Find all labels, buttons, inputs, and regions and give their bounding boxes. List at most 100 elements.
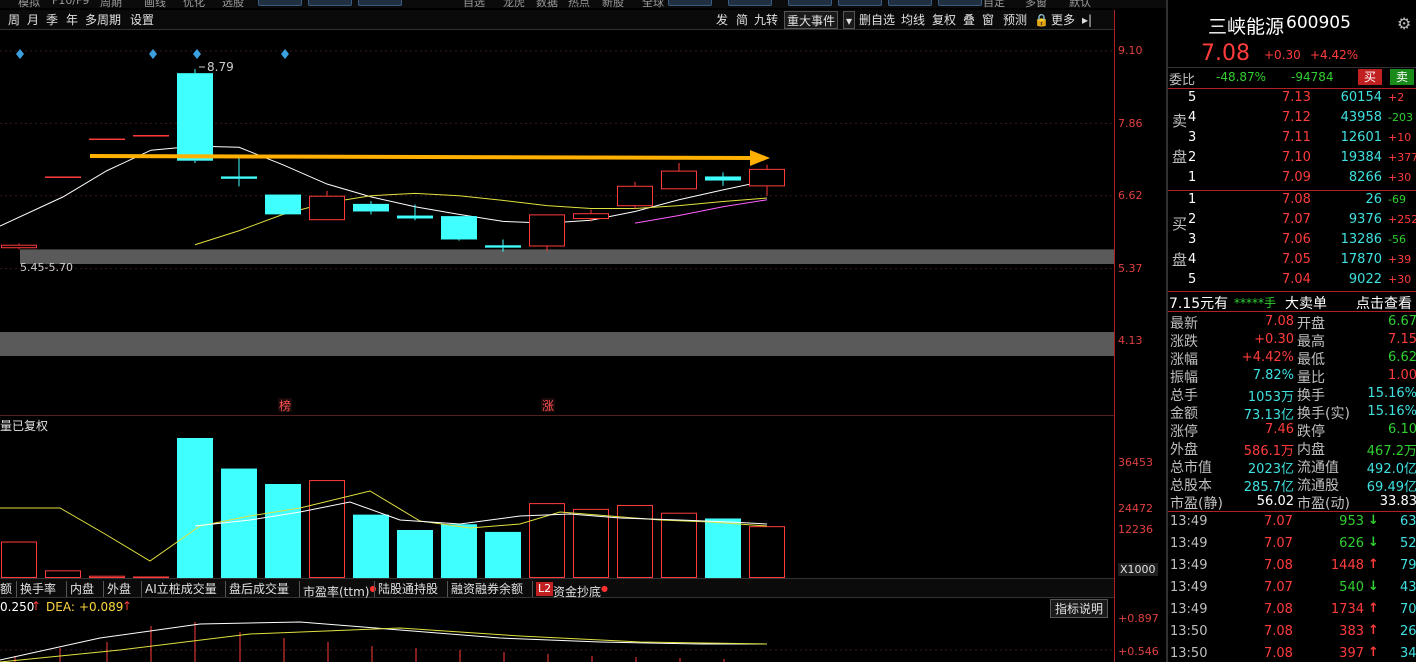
indicator-help-button[interactable]: 指标说明 [1050, 599, 1109, 618]
indicator-tab[interactable]: 陆股通持股 [378, 580, 438, 598]
period-quarter[interactable]: 季 [46, 11, 58, 29]
volume-axis-label: 24472 [1118, 502, 1153, 515]
candle[interactable] [441, 216, 477, 241]
adjust-rights-button[interactable]: 复权 [932, 11, 956, 29]
top-menu-item[interactable]: 周期 [100, 0, 122, 8]
indicator-tab[interactable]: 融资融券余额 [451, 580, 523, 598]
trend-arrow [89, 154, 753, 160]
events-dropdown-icon[interactable]: ▾ [843, 11, 856, 29]
candle[interactable] [573, 209, 609, 222]
lock-icon[interactable]: 🔒 [1034, 11, 1049, 29]
top-menu-button[interactable] [938, 0, 982, 6]
tick-volume: 626 [1339, 536, 1364, 551]
indicator-tab[interactable]: L2 [536, 582, 554, 596]
candle[interactable] [309, 191, 345, 221]
top-menu-item[interactable]: 画线 [144, 0, 166, 8]
multi-period-button[interactable]: 多周期 [85, 11, 121, 29]
macd-pane[interactable]: 0.250 ↑ DEA: +0.089 ↑ 指标说明 [0, 598, 1114, 662]
candle[interactable] [1, 243, 37, 250]
more-button[interactable]: 更多 [1051, 11, 1075, 29]
candle[interactable] [45, 176, 81, 178]
settings-button[interactable]: 设置 [130, 11, 154, 29]
tick-time: 13:49 [1170, 580, 1208, 595]
top-menu-item[interactable]: 优化 [183, 0, 205, 8]
volume-chart[interactable] [0, 416, 1114, 579]
volume-bar [749, 526, 785, 578]
indicator-tab[interactable]: 外盘 [107, 580, 131, 598]
event-diamond-icon[interactable] [16, 49, 24, 59]
candle[interactable] [529, 214, 565, 252]
period-year[interactable]: 年 [66, 11, 78, 29]
top-menu-item[interactable]: 数据 [536, 0, 558, 8]
top-menu-button[interactable] [308, 0, 352, 6]
candle[interactable] [617, 181, 653, 209]
toolbar-jiuzhuan[interactable]: 九转 [754, 11, 778, 29]
top-menu-item[interactable]: 多窗 [1025, 0, 1047, 8]
price-chart-pane[interactable]: 8.795.45-5.70发行价: 2.65, 上市至今涨幅: 167.17%榜… [0, 30, 1114, 428]
period-month[interactable]: 月 [27, 11, 39, 29]
candle[interactable] [133, 135, 169, 137]
order-level: 2 [1188, 150, 1197, 165]
top-menu-item[interactable]: 新股 [602, 0, 624, 8]
top-menu-button[interactable] [668, 0, 712, 6]
top-menu-button[interactable] [258, 0, 302, 6]
top-menu-item[interactable]: 选股 [222, 0, 244, 8]
sell-button[interactable]: 卖 [1390, 69, 1414, 85]
candle[interactable] [749, 164, 785, 196]
major-events-button[interactable]: 重大事件 [784, 11, 839, 29]
tick-count: 34 [1400, 646, 1416, 661]
moving-average-button[interactable]: 均线 [901, 11, 925, 29]
candlestick-chart[interactable]: 8.795.45-5.70发行价: 2.65, 上市至今涨幅: 167.17%榜… [0, 30, 1114, 428]
volume-pane[interactable]: 量已复权 [0, 415, 1114, 579]
gear-icon[interactable]: ⚙ [1397, 14, 1411, 33]
top-menu-button[interactable] [788, 0, 832, 6]
volume-bar [397, 529, 433, 578]
remove-favorite-button[interactable]: 删自选 [859, 11, 895, 29]
top-menu-item[interactable]: 全球 [642, 0, 664, 8]
top-menu-button[interactable] [358, 0, 402, 6]
top-menu-item[interactable]: 热点 [568, 0, 590, 8]
indicator-tab[interactable]: AI立桩成交量 [145, 580, 217, 598]
buy-button[interactable]: 买 [1358, 69, 1382, 85]
stat-label: 金额 [1170, 406, 1198, 422]
candle[interactable] [705, 172, 741, 186]
window-button[interactable]: 窗 [982, 11, 994, 29]
candle[interactable] [221, 154, 257, 187]
toolbar-fa[interactable]: 发 [716, 11, 728, 29]
candle[interactable] [265, 194, 301, 215]
top-menu-button[interactable] [888, 0, 932, 6]
tick-price: 7.07 [1264, 580, 1293, 595]
candle[interactable] [353, 200, 389, 215]
indicator-tab[interactable]: 内盘 [70, 580, 94, 598]
top-menu-item[interactable]: F10/F9 [52, 0, 89, 7]
top-menu-item[interactable]: 模拟 [18, 0, 40, 8]
event-diamond-icon[interactable] [193, 49, 201, 59]
indicator-tab[interactable]: 额 [0, 580, 12, 598]
top-menu-item[interactable]: 自定 [983, 0, 1005, 8]
top-menu-button[interactable] [728, 0, 772, 6]
top-menu-item[interactable]: 龙虎 [503, 0, 525, 8]
tick-volume: 953 [1339, 514, 1364, 529]
toolbar-jian[interactable]: 简 [736, 11, 748, 29]
indicator-tab[interactable]: 盘后成交量 [229, 580, 289, 598]
top-menu-button[interactable] [838, 0, 882, 6]
macd-chart[interactable] [0, 598, 1114, 662]
commit-diff-value: -94784 [1291, 70, 1334, 84]
indicator-tab[interactable]: 资金抄底● [553, 580, 608, 599]
candle[interactable] [89, 138, 125, 141]
overlay-button[interactable]: 叠 [963, 11, 975, 29]
candle[interactable] [177, 69, 213, 164]
top-menu-item[interactable]: 自选 [463, 0, 485, 8]
event-diamond-icon[interactable] [281, 49, 289, 59]
volume-bar [265, 484, 301, 578]
period-week[interactable]: 周 [8, 11, 20, 29]
forecast-button[interactable]: 预测 [1003, 11, 1027, 29]
indicator-tab[interactable]: 市盈率(ttm)● [303, 580, 376, 599]
candle[interactable] [397, 204, 433, 221]
candle[interactable] [661, 163, 697, 190]
big-order-link[interactable]: 点击查看 [1356, 293, 1412, 313]
top-menu-item[interactable]: 默认 [1069, 0, 1091, 8]
top-menu-strip: 模拟 F10/F9 周期 画线 优化 选股 自选 龙虎 数据 热点 新股 全球 自定 多窗 默认 [0, 0, 1166, 8]
indicator-tab[interactable]: 换手率 [20, 580, 56, 598]
collapse-panel-icon[interactable]: ▸| [1082, 11, 1092, 29]
